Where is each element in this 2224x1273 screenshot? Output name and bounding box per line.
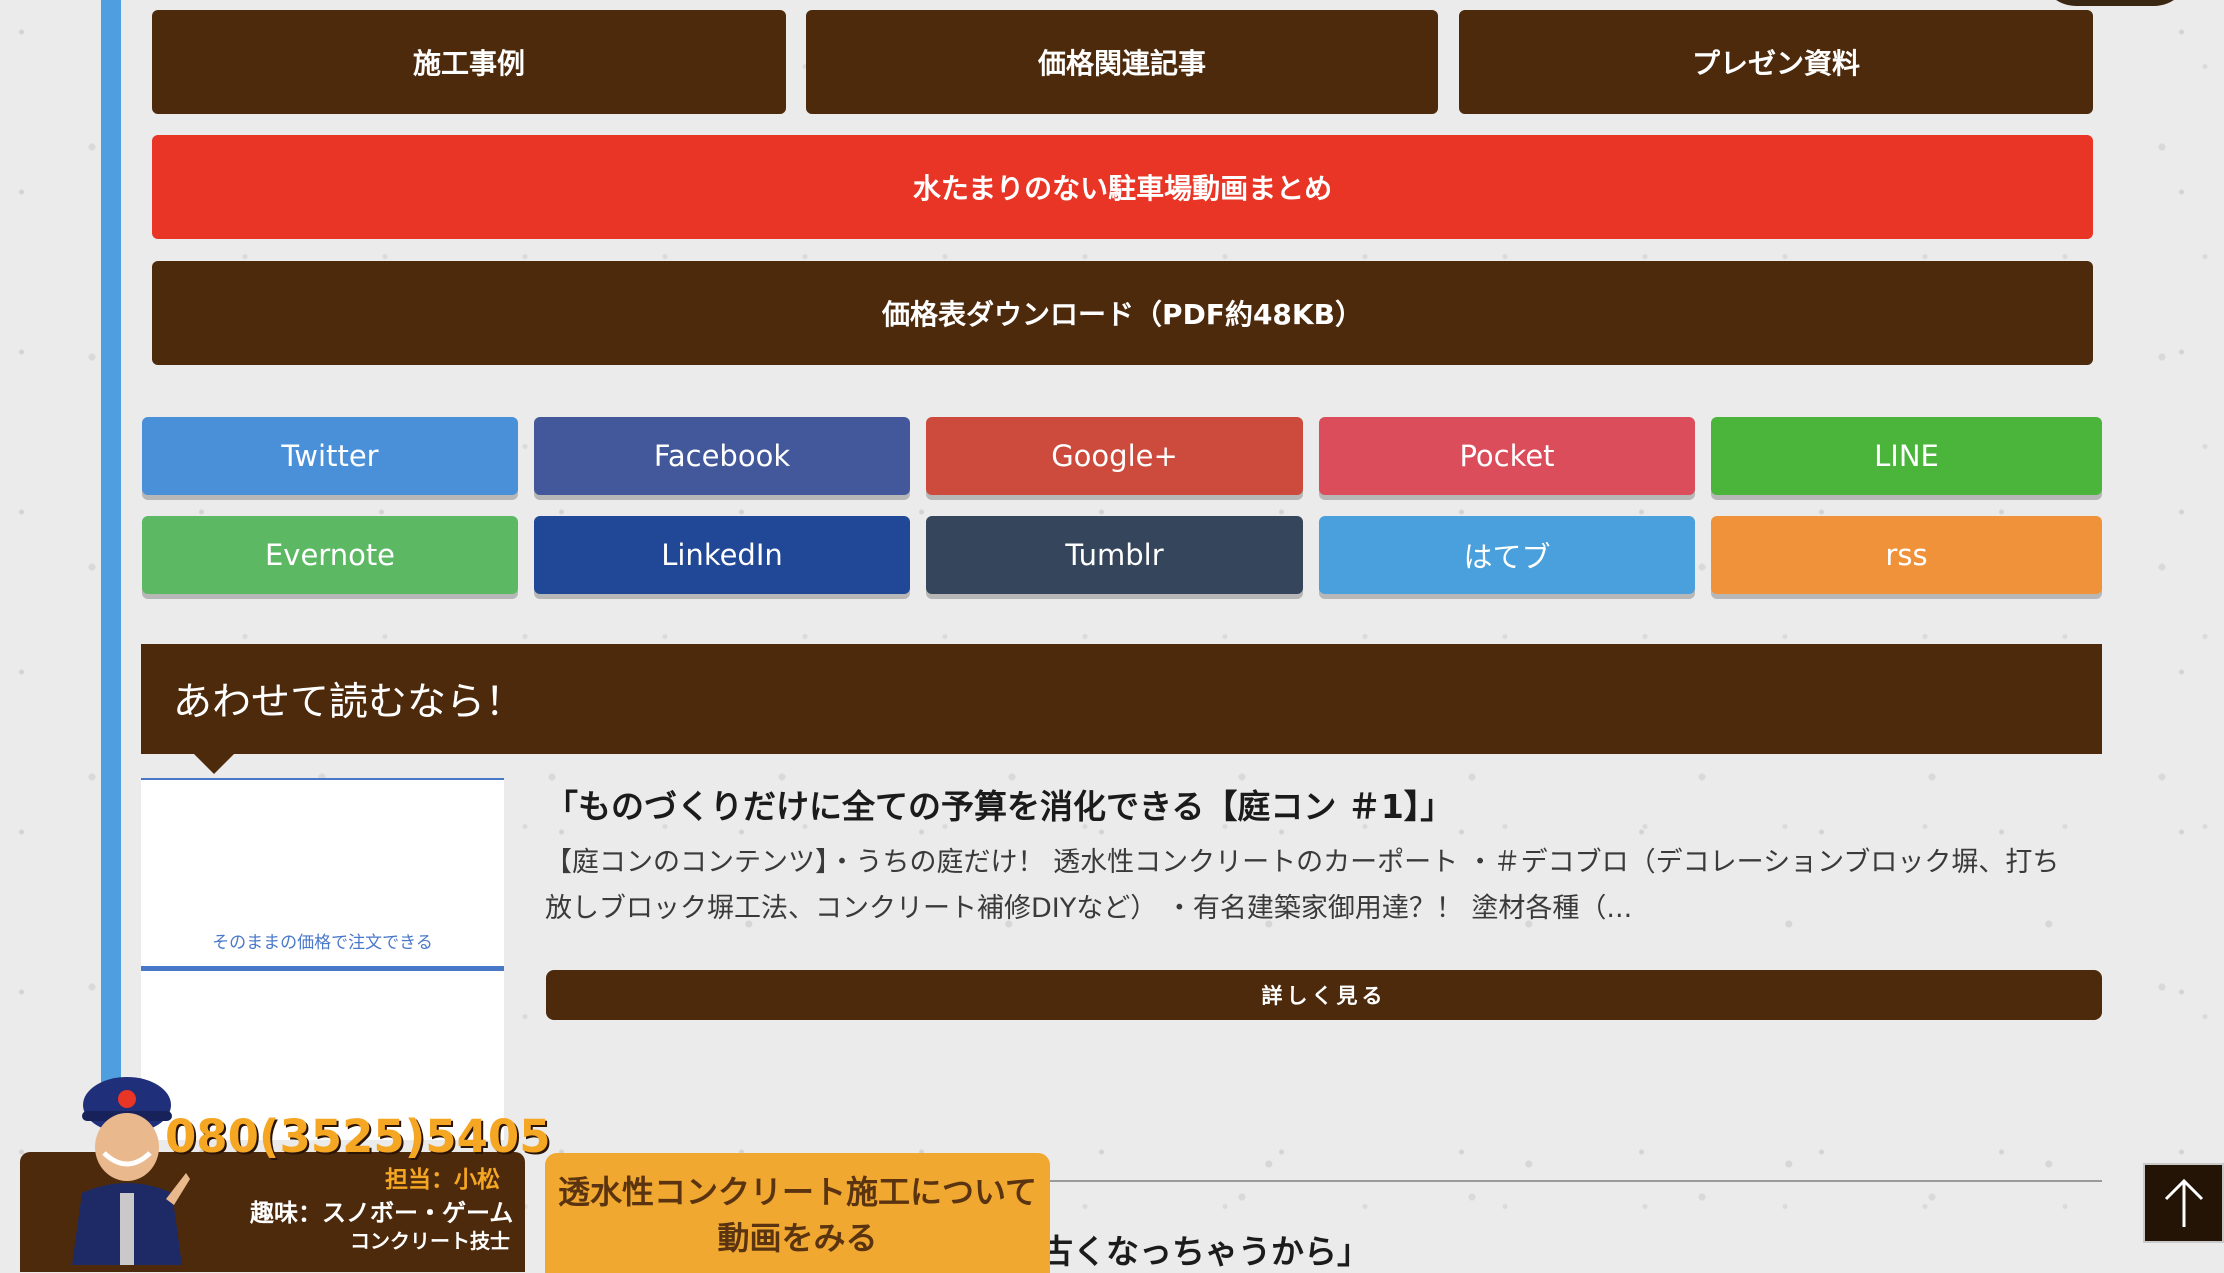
next-post-title[interactable]: 古くなっちゃうから」 (1040, 1225, 1370, 1273)
arrow-up-icon (2164, 1178, 2203, 1227)
share-evernote-button[interactable]: Evernote (142, 516, 518, 594)
share-rss-button[interactable]: rss (1711, 516, 2102, 594)
video-banner-button[interactable]: 透水性コンクリート施工について 動画をみる (545, 1153, 1050, 1273)
share-pocket-button[interactable]: Pocket (1319, 417, 1695, 495)
related-heading: あわせて読むなら！ (141, 644, 2102, 754)
corner-decoration (2040, 0, 2190, 6)
price-articles-button[interactable]: 価格関連記事 (806, 10, 1438, 114)
video-banner-line2: 動画をみる (717, 1219, 878, 1257)
worker-icon (72, 1077, 190, 1265)
staff-hobby: 趣味：スノボー・ゲーム (250, 1199, 514, 1227)
share-googleplus-button[interactable]: Google+ (926, 417, 1303, 495)
share-linkedin-button[interactable]: LinkedIn (534, 516, 910, 594)
read-more-button[interactable]: 詳しく見る (546, 970, 2102, 1020)
related-thumbnail[interactable]: そのままの価格で注文できる (141, 778, 504, 1140)
price-download-button[interactable]: 価格表ダウンロード（PDF約48KB） (152, 261, 2093, 365)
scroll-to-top-button[interactable] (2143, 1163, 2224, 1243)
case-studies-button[interactable]: 施工事例 (152, 10, 786, 114)
phone-number: 080(3525)5405 (165, 1110, 551, 1163)
presentation-button[interactable]: プレゼン資料 (1459, 10, 2093, 114)
heading-arrow (194, 754, 234, 774)
staff-name: 担当：小松 (385, 1167, 500, 1193)
related-heading-text: あわせて読むなら！ (173, 680, 525, 725)
video-banner-line1: 透水性コンクリート施工について (557, 1173, 1038, 1211)
related-post-title[interactable]: 「ものづくりだけに全ての予算を消化できる【庭コン ＃1】」 (545, 780, 1453, 828)
related-post-excerpt: 【庭コンのコンテンツ】・うちの庭だけ！ 透水性コンクリートのカーポート ・＃デコ… (545, 847, 2060, 924)
share-tumblr-button[interactable]: Tumblr (926, 516, 1303, 594)
section-divider (1040, 1180, 2102, 1182)
parking-videos-button[interactable]: 水たまりのない駐車場動画まとめ (152, 135, 2093, 239)
share-twitter-button[interactable]: Twitter (142, 417, 518, 495)
share-facebook-button[interactable]: Facebook (534, 417, 910, 495)
share-hatebu-button[interactable]: はてブ (1319, 516, 1695, 594)
thumbnail-rule (141, 966, 504, 971)
share-line-button[interactable]: LINE (1711, 417, 2102, 495)
staff-skill: コンクリート技士 (350, 1229, 510, 1253)
thumbnail-caption: そのままの価格で注文できる (212, 933, 433, 953)
